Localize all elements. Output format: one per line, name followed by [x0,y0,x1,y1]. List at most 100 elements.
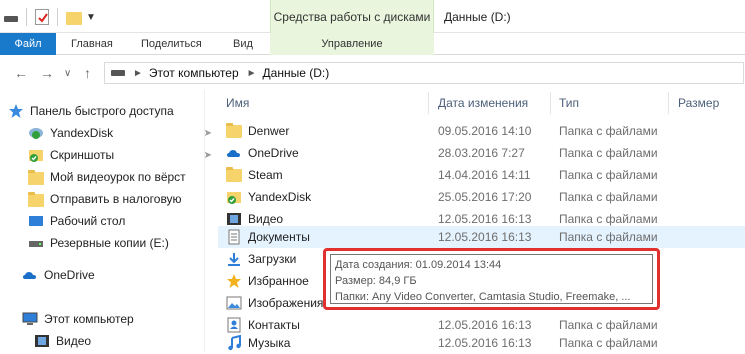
file-type: Папка с файлами [559,124,658,138]
file-name: Steam [248,168,283,182]
star-icon [8,103,24,119]
column-divider[interactable] [428,92,429,114]
file-date: 09.05.2016 14:10 [438,124,532,138]
column-date[interactable]: Дата изменения [438,96,528,110]
divider [57,8,58,26]
video-icon [226,211,242,227]
column-size[interactable]: Размер [678,96,719,110]
tooltip-created: Дата создания: 01.09.2014 13:44 [335,259,502,271]
folder-icon [226,123,242,139]
video-icon [34,333,50,349]
nav-item-video[interactable]: Видео [34,330,234,352]
file-type: Папка с файлами [559,190,658,204]
drive-icon [111,70,125,76]
file-type: Папка с файлами [559,212,658,226]
nav-item-backup-drive[interactable]: Резервные копии (E:) [28,232,228,254]
nav-item-desktop[interactable]: Рабочий стол [28,210,228,232]
nav-item-tax-folder[interactable]: Отправить в налоговую [28,188,228,210]
tab-view[interactable]: Вид [233,33,253,55]
nav-item-label: OneDrive [44,268,95,282]
properties-icon[interactable] [35,9,49,25]
file-date: 12.05.2016 16:13 [438,318,532,332]
desktop-icon [28,213,44,229]
recent-chevron-icon[interactable]: ∨ [64,68,71,79]
file-type: Папка с файлами [559,336,658,350]
address-box[interactable]: ► Этот компьютер ► Данные (D:) [104,62,744,84]
file-date: 12.05.2016 16:13 [438,212,532,226]
tooltip-size: Размер: 84,9 ГБ [335,275,417,287]
file-name: Загрузки [248,252,297,266]
computer-icon [22,311,38,327]
ribbon-tabs: Файл Главная Поделиться Вид Управление [0,33,745,55]
quick-access-toolbar: ▼ [4,6,96,28]
pin-icon[interactable]: ➤ [204,128,212,139]
favorites-icon [226,273,242,289]
nav-item-onedrive[interactable]: OneDrive [22,264,222,286]
nav-item-label: Резервные копии (E:) [50,236,169,250]
folder-icon [28,191,44,207]
nav-item-label: Панель быстрого доступа [30,104,174,118]
pictures-icon [226,295,242,311]
file-name: Избранное [248,274,309,288]
file-name: Контакты [248,318,300,332]
table-row[interactable]: Музыка 12.05.2016 16:13 Папка с файлами [218,332,745,354]
address-bar-area: ← → ∨ ↑ ► Этот компьютер ► Данные (D:) [0,56,745,90]
nav-item-label: Этот компьютер [44,312,134,326]
divider [26,8,27,26]
file-type: Папка с файлами [559,230,658,244]
nav-item-quick-access[interactable]: Панель быстрого доступа [8,100,208,122]
tooltip-folders: Папки: Any Video Converter, Camtasia Stu… [335,291,631,303]
onedrive-icon [226,145,242,161]
nav-item-screenshots[interactable]: Скриншоты ➤ [28,144,228,166]
file-name: Denwer [248,124,290,138]
music-icon [226,334,242,351]
file-type: Папка с файлами [559,146,658,160]
column-header: Имя Дата изменения Тип Размер [218,90,745,116]
nav-item-label: YandexDisk [50,126,114,140]
tab-home[interactable]: Главная [71,33,113,55]
new-folder-icon[interactable] [66,11,82,25]
tab-file[interactable]: Файл [0,33,56,55]
file-type: Папка с файлами [559,318,658,332]
downloads-icon [226,251,242,267]
documents-icon [226,229,242,245]
title-bar: ▼ Средства работы с дисками Данные (D:) [0,0,745,52]
up-icon[interactable]: ↑ [84,65,91,81]
file-date: 25.05.2016 17:20 [438,190,532,204]
forward-icon[interactable]: → [40,65,54,81]
screenshots-icon [28,147,44,163]
breadcrumb-this-pc[interactable]: Этот компьютер [149,66,239,80]
chevron-down-icon[interactable]: ▼ [86,12,96,23]
file-date: 14.04.2016 14:11 [438,168,531,182]
file-date: 12.05.2016 16:13 [438,230,532,244]
navigation-pane: Панель быстрого доступа YandexDisk ➤ Скр… [0,90,212,352]
tab-manage[interactable]: Управление [270,33,434,55]
tab-share[interactable]: Поделиться [141,33,202,55]
folder-icon [226,167,242,183]
column-divider[interactable] [550,92,551,114]
file-name: YandexDisk [248,190,312,204]
nav-item-yandexdisk[interactable]: YandexDisk ➤ [28,122,228,144]
nav-item-video-lesson[interactable]: Мой видеоурок по вёрст [28,166,228,188]
file-type: Папка с файлами [559,168,658,182]
yandexdisk-icon [226,189,242,205]
nav-item-this-pc[interactable]: Этот компьютер [22,308,222,330]
table-row[interactable]: OneDrive 28.03.2016 7:27 Папка с файлами [218,142,745,164]
chevron-right-icon[interactable]: ► [247,68,257,79]
pin-icon[interactable]: ➤ [204,150,212,161]
column-name[interactable]: Имя [226,96,249,110]
table-row[interactable]: Denwer 09.05.2016 14:10 Папка с файлами [218,120,745,142]
file-name: Видео [248,212,284,226]
window-title: Данные (D:) [444,10,511,24]
table-row[interactable]: Steam 14.04.2016 14:11 Папка с файлами [218,164,745,186]
column-type[interactable]: Тип [559,96,579,110]
breadcrumb-drive-d[interactable]: Данные (D:) [263,66,330,80]
onedrive-icon [22,267,38,283]
column-divider[interactable] [668,92,669,114]
table-row-hovered[interactable]: Документы 12.05.2016 16:13 Папка с файла… [218,226,745,248]
folder-tooltip: Дата создания: 01.09.2014 13:44 Размер: … [330,254,653,304]
nav-item-label: Отправить в налоговую [50,192,182,206]
back-icon[interactable]: ← [14,65,28,81]
chevron-right-icon[interactable]: ► [133,68,143,79]
table-row[interactable]: YandexDisk 25.05.2016 17:20 Папка с файл… [218,186,745,208]
